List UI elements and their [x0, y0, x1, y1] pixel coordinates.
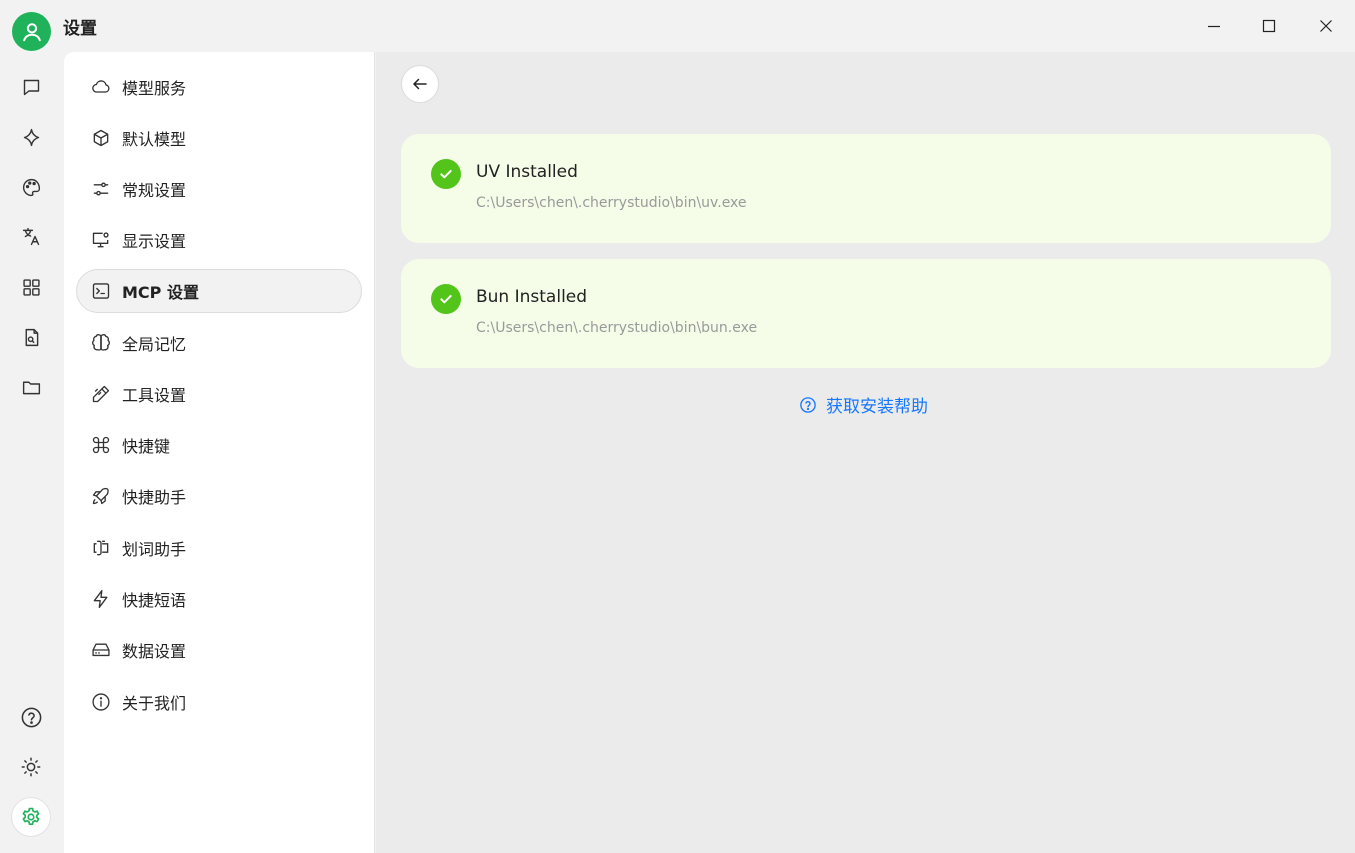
uv-status-card: UV Installed C:\Users\chen\.cherrystudio… — [401, 134, 1331, 243]
theme-button[interactable] — [12, 748, 50, 786]
menu-item-label: 快捷助手 — [122, 488, 187, 507]
menu-item-tool-settings[interactable]: 工具设置 — [76, 372, 362, 416]
main-content: UV Installed C:\Users\chen\.cherrystudio… — [376, 52, 1355, 853]
assistant-button[interactable] — [12, 118, 50, 156]
chat-bubble-icon — [23, 79, 39, 95]
menu-item-label: 显示设置 — [122, 232, 187, 251]
chat-button[interactable] — [12, 68, 50, 106]
uv-install-path: C:\Users\chen\.cherrystudio\bin\uv.exe — [476, 195, 747, 211]
text-cursor-icon — [91, 538, 111, 558]
menu-item-selection-assistant[interactable]: 划词助手 — [76, 526, 362, 570]
check-circle-icon — [431, 284, 461, 314]
menu-item-label: 关于我们 — [122, 694, 187, 713]
menu-item-label: 全局记忆 — [122, 335, 187, 354]
gear-icon — [22, 807, 40, 825]
settings-menu: 模型服务 默认模型 常规设置 显示设置 MCP 设置 全局记忆 工具设置 快捷键… — [64, 52, 375, 853]
menu-item-general-settings[interactable]: 常规设置 — [76, 167, 362, 211]
menu-item-global-memory[interactable]: 全局记忆 — [76, 321, 362, 365]
files-button[interactable] — [12, 318, 50, 356]
maximize-button[interactable] — [1253, 10, 1285, 42]
menu-item-default-model[interactable]: 默认模型 — [76, 116, 362, 160]
menu-item-model-service[interactable]: 模型服务 — [76, 65, 362, 109]
menu-item-quick-assistant[interactable]: 快捷助手 — [76, 474, 362, 518]
pencil-ruler-icon — [91, 384, 111, 404]
bun-install-path: C:\Users\chen\.cherrystudio\bin\bun.exe — [476, 320, 758, 336]
install-help-link[interactable]: 获取安装帮助 — [799, 392, 928, 417]
cube-icon — [91, 128, 111, 148]
back-button[interactable] — [401, 65, 439, 103]
command-icon — [91, 435, 111, 455]
question-circle-icon — [799, 396, 817, 414]
palette-icon — [22, 178, 40, 196]
menu-item-label: 默认模型 — [122, 130, 187, 149]
check-circle-icon — [431, 159, 461, 189]
cloud-icon — [91, 77, 111, 97]
minimize-button[interactable] — [1198, 10, 1230, 42]
menu-item-quick-phrases[interactable]: 快捷短语 — [76, 577, 362, 621]
menu-item-label: 数据设置 — [122, 642, 187, 661]
close-icon — [1320, 20, 1332, 32]
maximize-icon — [1262, 19, 1276, 33]
menu-item-data-settings[interactable]: 数据设置 — [76, 628, 362, 672]
folder-button[interactable] — [12, 368, 50, 406]
apps-button[interactable] — [12, 268, 50, 306]
sun-icon — [21, 757, 41, 777]
hard-drive-icon — [91, 640, 111, 660]
menu-item-label: 工具设置 — [122, 386, 187, 405]
folder-icon — [22, 381, 40, 394]
apps-grid-icon — [22, 278, 40, 296]
menu-item-label: 划词助手 — [122, 540, 187, 559]
uv-status-title: UV Installed — [476, 162, 578, 182]
lightning-icon — [91, 589, 111, 609]
rocket-icon — [91, 486, 111, 506]
minimize-icon — [1208, 25, 1220, 28]
file-search-icon — [25, 328, 38, 346]
menu-item-label: 快捷短语 — [122, 591, 187, 610]
install-help-label: 获取安装帮助 — [826, 397, 928, 417]
translate-button[interactable] — [12, 217, 50, 255]
user-avatar-icon[interactable] — [12, 12, 51, 51]
icon-rail — [0, 52, 63, 853]
sparkle-icon — [23, 128, 39, 146]
info-icon — [91, 692, 111, 712]
help-circle-icon — [21, 707, 41, 727]
brain-icon — [91, 333, 111, 353]
bun-status-title: Bun Installed — [476, 287, 588, 307]
settings-button[interactable] — [12, 798, 50, 836]
help-button[interactable] — [12, 698, 50, 736]
window-title: 设置 — [63, 19, 97, 39]
menu-item-mcp-settings[interactable]: MCP 设置 — [76, 269, 362, 313]
menu-item-label: 模型服务 — [122, 79, 187, 98]
terminal-icon — [91, 281, 111, 301]
menu-item-shortcuts[interactable]: 快捷键 — [76, 423, 362, 467]
title-bar: 设置 — [0, 0, 1355, 52]
monitor-gear-icon — [91, 230, 111, 250]
translate-icon — [22, 227, 39, 245]
bun-status-card: Bun Installed C:\Users\chen\.cherrystudi… — [401, 259, 1331, 368]
menu-item-label: 快捷键 — [122, 437, 171, 456]
close-button[interactable] — [1310, 10, 1342, 42]
arrow-left-icon — [413, 78, 427, 90]
menu-item-display-settings[interactable]: 显示设置 — [76, 218, 362, 262]
paint-button[interactable] — [12, 168, 50, 206]
menu-item-label: 常规设置 — [122, 181, 187, 200]
menu-item-label: MCP 设置 — [122, 283, 199, 302]
menu-item-about-us[interactable]: 关于我们 — [76, 680, 362, 724]
sliders-icon — [91, 179, 111, 199]
